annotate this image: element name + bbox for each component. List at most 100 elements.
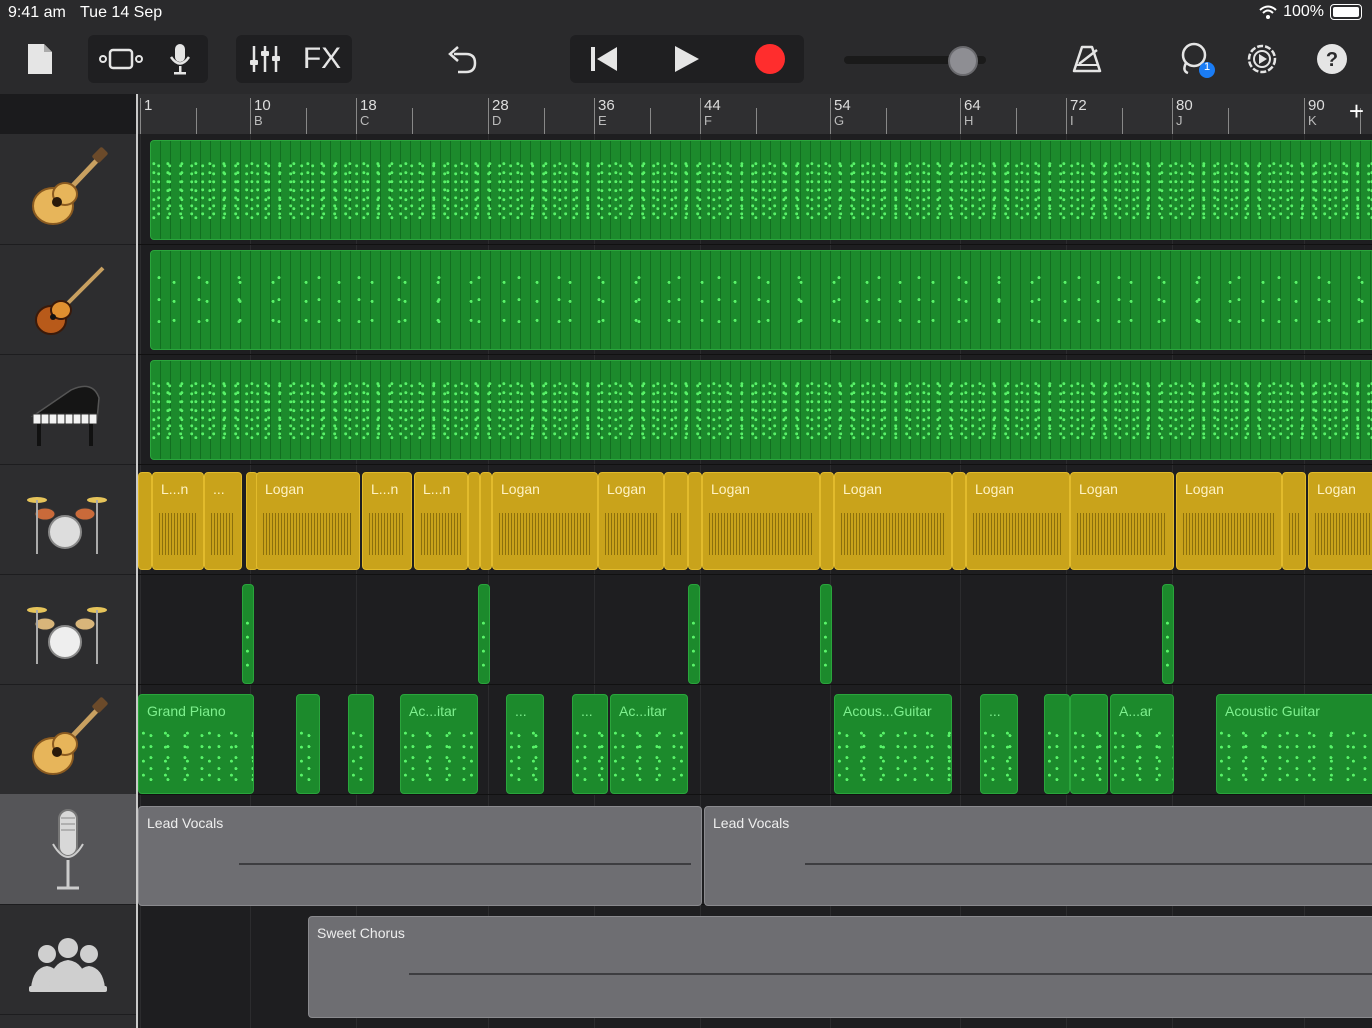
track-header-acoustic-guitar[interactable] — [0, 134, 136, 245]
audio-region[interactable] — [820, 472, 834, 570]
track-header-drums[interactable] — [0, 464, 136, 575]
track-lane-bass[interactable] — [136, 244, 1372, 355]
audio-region[interactable]: Sweet Chorus — [308, 916, 1372, 1018]
midi-region[interactable] — [150, 360, 1372, 460]
ruler-tick — [140, 98, 141, 134]
audio-region[interactable]: Logan — [598, 472, 664, 570]
audio-region[interactable]: L...n — [362, 472, 412, 570]
audio-region[interactable]: Lead Vocals — [704, 806, 1372, 906]
midi-region[interactable]: ... — [506, 694, 544, 794]
midi-region[interactable]: ... — [980, 694, 1018, 794]
midi-region[interactable] — [1044, 694, 1070, 794]
ruler-tick — [700, 98, 701, 134]
midi-region[interactable] — [1162, 584, 1174, 684]
track-lane-piano[interactable] — [136, 354, 1372, 465]
midi-region[interactable]: Ac...itar — [610, 694, 688, 794]
ruler-bar-number: 54 — [834, 97, 851, 114]
midi-notes — [151, 381, 1372, 439]
volume-slider[interactable] — [840, 36, 990, 82]
audio-region[interactable] — [1282, 472, 1306, 570]
ruler-tick — [1172, 98, 1173, 134]
track-lane-drums-2[interactable] — [136, 574, 1372, 685]
track-lane-drums[interactable]: L...n ... Logan L...n L...n Logan Logan … — [136, 464, 1372, 575]
midi-region[interactable] — [820, 584, 832, 684]
midi-region[interactable] — [688, 584, 700, 684]
document-icon[interactable] — [22, 36, 58, 82]
midi-region[interactable] — [296, 694, 320, 794]
audio-region[interactable]: Logan — [1176, 472, 1282, 570]
ruler-section-letter: C — [360, 113, 370, 128]
rewind-icon[interactable] — [580, 36, 628, 82]
fx-button[interactable]: FX — [296, 36, 348, 82]
midi-notes — [151, 271, 1372, 329]
track-lane-acoustic-guitar[interactable] — [136, 134, 1372, 245]
track-header-piano[interactable] — [0, 354, 136, 465]
midi-notes — [401, 729, 477, 783]
play-icon[interactable] — [662, 36, 710, 82]
acoustic-guitar-icon — [32, 697, 108, 775]
audio-region[interactable] — [468, 472, 480, 570]
track-header-lead-vocals[interactable] — [0, 794, 136, 905]
playhead[interactable] — [136, 94, 138, 1028]
audio-region[interactable]: Logan — [966, 472, 1070, 570]
midi-region[interactable]: ... — [572, 694, 608, 794]
ruler-bar-number: 90 — [1308, 97, 1325, 114]
midi-notes — [1163, 619, 1173, 673]
tracks-view-icon[interactable] — [96, 36, 146, 82]
help-icon[interactable]: ? — [1310, 36, 1354, 82]
midi-region[interactable]: Grand Piano — [138, 694, 254, 794]
audio-region[interactable] — [480, 472, 492, 570]
midi-region[interactable]: A...ar — [1110, 694, 1174, 794]
track-header-drums-2[interactable] — [0, 574, 136, 685]
midi-region[interactable]: Acous...Guitar — [834, 694, 952, 794]
undo-icon[interactable] — [440, 36, 484, 82]
audio-region[interactable]: Logan — [1308, 472, 1372, 570]
settings-icon[interactable] — [1240, 36, 1284, 82]
midi-region[interactable]: Ac...itar — [400, 694, 478, 794]
midi-region[interactable] — [150, 250, 1372, 350]
track-header-chorus[interactable] — [0, 904, 136, 1015]
audio-region[interactable] — [952, 472, 966, 570]
microphone-icon[interactable] — [160, 36, 200, 82]
ruler-section-letter: E — [598, 113, 607, 128]
add-section-button[interactable]: + — [1349, 98, 1364, 124]
loop-icon[interactable]: 1 — [1172, 36, 1220, 82]
audio-region[interactable] — [138, 472, 152, 570]
tracks-area[interactable]: L...n ... Logan L...n L...n Logan Logan … — [136, 134, 1372, 1028]
audio-region[interactable]: L...n — [152, 472, 204, 570]
midi-region[interactable] — [348, 694, 374, 794]
battery-percent: 100% — [1283, 3, 1324, 20]
ruler-section-letter: B — [254, 113, 263, 128]
ruler-tick — [830, 98, 831, 134]
record-icon[interactable] — [746, 36, 794, 82]
region-label: Logan — [607, 481, 646, 497]
metronome-icon[interactable] — [1066, 36, 1108, 82]
track-lane-lead-vocals[interactable]: Lead Vocals Lead Vocals — [136, 794, 1372, 906]
waveform — [671, 513, 681, 555]
midi-region[interactable] — [242, 584, 254, 684]
audio-region[interactable]: Logan — [834, 472, 952, 570]
audio-region[interactable]: Logan — [1070, 472, 1174, 570]
audio-region[interactable]: ... — [204, 472, 242, 570]
track-lane-chorus[interactable]: Sweet Chorus — [136, 904, 1372, 1018]
audio-region[interactable] — [664, 472, 688, 570]
audio-region[interactable]: Lead Vocals — [138, 806, 702, 906]
audio-region[interactable]: L...n — [414, 472, 468, 570]
midi-region[interactable] — [1070, 694, 1108, 794]
midi-region[interactable] — [478, 584, 490, 684]
region-label: Logan — [711, 481, 750, 497]
track-lane-acoustic-guitar-2[interactable]: Grand Piano Ac...itar ... ... Ac...itar … — [136, 684, 1372, 795]
drum-kit-icon — [27, 497, 107, 554]
timeline-ruler[interactable]: 1 10 B 18 C 28 D 36 E 44 F 54 G 64 H 72 I 80 J 90 K + — [136, 94, 1372, 135]
track-header-acoustic-guitar-2[interactable] — [0, 684, 136, 795]
midi-region[interactable]: Acoustic Guitar — [1216, 694, 1372, 794]
audio-region[interactable]: Logan — [702, 472, 820, 570]
midi-region[interactable] — [150, 140, 1372, 240]
mixer-icon[interactable] — [244, 36, 286, 82]
audio-region[interactable]: Logan — [492, 472, 598, 570]
audio-region[interactable] — [688, 472, 702, 570]
midi-notes — [573, 729, 607, 783]
track-header-bass[interactable] — [0, 244, 136, 355]
ruler-tick — [1066, 98, 1067, 134]
audio-region[interactable]: Logan — [256, 472, 360, 570]
